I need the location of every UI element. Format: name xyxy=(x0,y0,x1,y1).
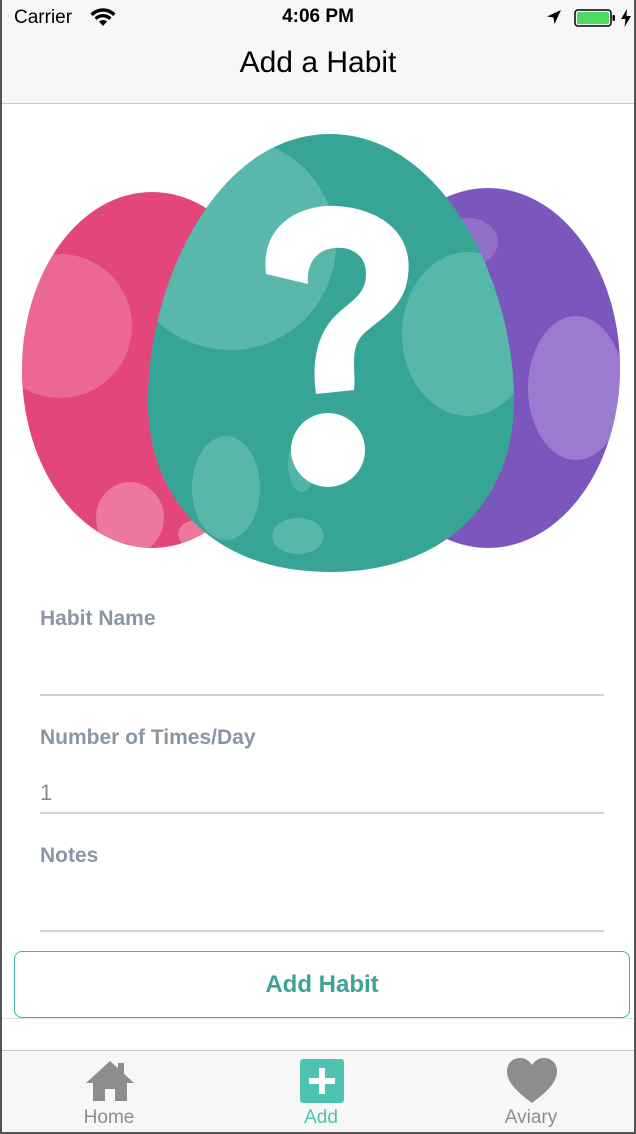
clock: 4:06 PM xyxy=(282,6,354,27)
page-title: Add a Habit xyxy=(239,46,397,79)
tab-add-label: Add xyxy=(304,1107,338,1128)
heart-icon xyxy=(507,1058,557,1103)
habit-name-input[interactable] xyxy=(40,656,604,696)
tab-add[interactable]: Add xyxy=(216,1051,426,1133)
notes-label: Notes xyxy=(40,844,99,867)
tab-aviary[interactable]: Aviary xyxy=(426,1051,636,1133)
divider xyxy=(2,1018,634,1019)
tab-bar: Home Add Aviary xyxy=(2,1050,634,1132)
charging-icon xyxy=(621,9,631,27)
navigation-bar: Add a Habit xyxy=(2,36,634,104)
tab-aviary-label: Aviary xyxy=(504,1107,558,1128)
battery-icon xyxy=(574,9,615,27)
tab-home-label: Home xyxy=(83,1107,135,1128)
plus-square-icon xyxy=(300,1059,344,1103)
app-screen: Carrier 4:06 PM Add a Habit Habit Name N… xyxy=(0,0,636,1134)
times-per-day-input[interactable] xyxy=(40,774,604,814)
location-arrow-icon xyxy=(547,10,561,24)
notes-input[interactable] xyxy=(40,892,604,932)
habit-name-label: Habit Name xyxy=(40,607,156,630)
home-icon xyxy=(86,1061,134,1101)
times-per-day-label: Number of Times/Day xyxy=(40,726,256,749)
eggs-illustration xyxy=(22,134,620,572)
tab-home[interactable]: Home xyxy=(4,1051,214,1133)
status-bar: Carrier 4:06 PM xyxy=(2,0,634,36)
add-habit-button[interactable]: Add Habit xyxy=(14,951,630,1018)
